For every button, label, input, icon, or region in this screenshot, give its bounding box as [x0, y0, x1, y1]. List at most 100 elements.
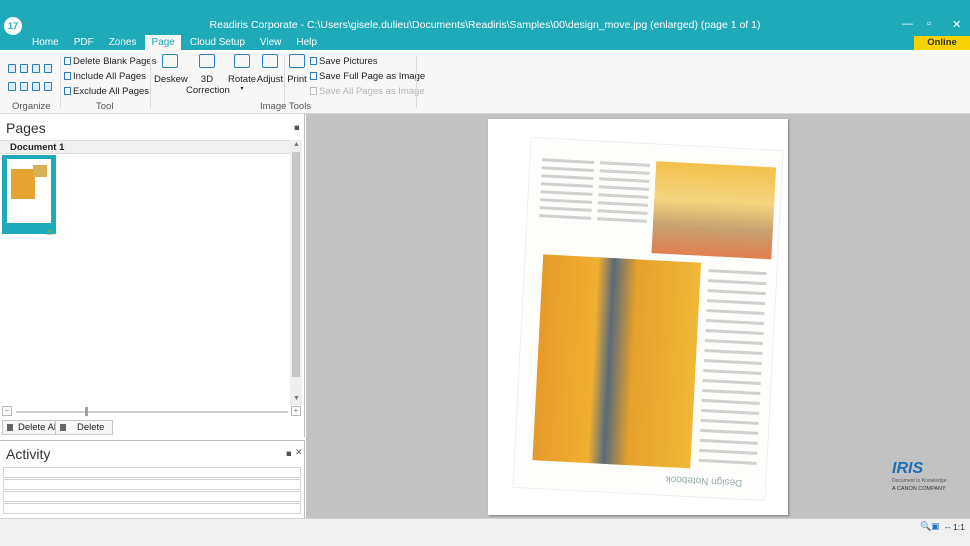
minimize-button[interactable]: —: [902, 18, 913, 30]
document-viewer[interactable]: Design Notebook IRIS Document to Knowled…: [306, 114, 970, 518]
zoom-knob[interactable]: [85, 407, 88, 416]
scanned-image[interactable]: Design Notebook: [513, 137, 783, 501]
page-canvas[interactable]: Design Notebook: [488, 119, 788, 515]
thumbnail-page: [7, 159, 51, 223]
scan-text: [702, 388, 761, 395]
scan-text: [705, 319, 764, 326]
ribbon-separator: [150, 56, 151, 108]
scan-text: [701, 398, 760, 405]
organize-icon-1[interactable]: [8, 64, 16, 73]
trash-icon: [7, 424, 13, 431]
zoom-in-icon[interactable]: +: [291, 406, 301, 416]
rotate-dropdown-icon[interactable]: ▾: [228, 85, 256, 92]
organize-icon-2[interactable]: [20, 64, 28, 73]
scan-text: [597, 209, 648, 215]
scan-text: [707, 289, 766, 296]
ribbon: Organize Delete Blank Pages Include All …: [0, 52, 970, 114]
3d-correction-button[interactable]: 3D Correction: [186, 54, 230, 96]
maximize-button[interactable]: ▫: [927, 18, 931, 30]
organize-icon-8[interactable]: [44, 82, 52, 91]
pages-panel-title: Pages: [6, 120, 46, 136]
group-label-tool: Tool: [96, 101, 114, 112]
warning-icon: ⚠: [46, 228, 54, 237]
tab-view[interactable]: View: [254, 35, 288, 52]
scan-text: [700, 418, 759, 425]
activity-panel-title: Activity: [6, 446, 51, 462]
trash-icon: [60, 424, 66, 431]
document-header[interactable]: Document 1: [0, 140, 290, 154]
rotate-button[interactable]: Rotate ▾: [228, 54, 256, 92]
activity-row: [3, 467, 301, 478]
activity-row: [3, 503, 301, 514]
save-pictures-button[interactable]: Save Pictures: [310, 56, 378, 67]
pin-icon[interactable]: ◾: [286, 449, 292, 458]
tab-cloud-setup[interactable]: Cloud Setup: [184, 35, 251, 52]
scan-text: [699, 448, 758, 455]
online-store-button[interactable]: Online Store: [914, 36, 970, 62]
activity-row: [3, 491, 301, 502]
scan-text: [704, 339, 763, 346]
scan-text: [540, 182, 593, 188]
organize-icon-5[interactable]: [8, 82, 16, 91]
tab-page[interactable]: Page: [145, 35, 181, 52]
organize-icon-6[interactable]: [20, 82, 28, 91]
zoom-magnifier-icon[interactable]: 🔍: [920, 521, 931, 532]
pin-icon[interactable]: ◾: [294, 123, 300, 132]
activity-panel: Activity ◾ ✕: [0, 440, 305, 518]
scan-text: [541, 166, 594, 172]
scan-text: [540, 190, 593, 196]
rotate-icon: [234, 54, 250, 68]
scan-text: [597, 217, 648, 223]
save-all-pages-button[interactable]: Save All Pages as Image: [310, 86, 425, 97]
save-full-page-icon: [310, 72, 317, 80]
iris-canon-text: A CANON COMPANY: [892, 486, 946, 492]
scrollbar-thumb[interactable]: [292, 152, 300, 377]
scan-text: [708, 269, 767, 276]
organize-icon-4[interactable]: [44, 64, 52, 73]
delete-button[interactable]: Delete: [55, 420, 114, 435]
3d-correction-icon: [199, 54, 215, 68]
fit-width-icon[interactable]: ↔: [943, 521, 952, 531]
scan-text: [703, 358, 762, 366]
iris-logo: IRIS Document to Knowledge A CANON COMPA…: [892, 460, 956, 492]
iris-tagline: Document to Knowledge: [892, 478, 947, 484]
page-thumbnail[interactable]: [2, 155, 56, 234]
zoom-track[interactable]: [16, 411, 288, 413]
deskew-button[interactable]: Deskew: [154, 54, 188, 85]
scan-text: [599, 177, 650, 183]
group-label-image-tools: Image Tools: [260, 101, 312, 112]
exclude-all-pages-button[interactable]: Exclude All Pages: [64, 86, 149, 97]
tab-help[interactable]: Help: [290, 35, 323, 52]
organize-icon-7[interactable]: [32, 82, 40, 91]
activity-row: [3, 479, 301, 490]
scan-text: [597, 201, 649, 207]
scan-text: [703, 368, 762, 376]
scan-photo: [651, 161, 777, 260]
close-panel-icon[interactable]: ✕: [295, 447, 303, 458]
thumbnail-zoom-slider[interactable]: − +: [2, 406, 302, 417]
scroll-up-icon[interactable]: ▲: [293, 141, 300, 148]
include-all-pages-button[interactable]: Include All Pages: [64, 71, 146, 82]
tab-zones[interactable]: Zones: [103, 35, 143, 52]
organize-icon-3[interactable]: [32, 64, 40, 73]
actual-size-button[interactable]: 1:1: [953, 522, 965, 532]
scan-text: [706, 299, 766, 306]
status-bar: 🔍 ▣ ↔ 1:1: [0, 518, 970, 546]
scan-text: [698, 458, 757, 465]
tab-home[interactable]: Home: [26, 35, 65, 52]
close-button[interactable]: ✕: [952, 18, 961, 31]
scan-text: [539, 206, 592, 212]
save-full-page-button[interactable]: Save Full Page as Image: [310, 71, 425, 82]
scroll-down-icon[interactable]: ▼: [293, 395, 300, 402]
print-button[interactable]: Print: [286, 54, 308, 85]
tab-pdf[interactable]: PDF: [68, 35, 100, 52]
delete-blank-pages-button[interactable]: Delete Blank Pages: [64, 56, 156, 67]
fit-page-icon[interactable]: ▣: [931, 521, 940, 532]
pages-scrollbar[interactable]: ▲ ▼: [290, 140, 302, 405]
include-pages-icon: [64, 72, 71, 80]
scan-text: [539, 214, 592, 220]
scan-text: [541, 174, 594, 180]
zoom-out-icon[interactable]: −: [2, 406, 12, 416]
exclude-pages-icon: [64, 87, 71, 95]
adjust-button[interactable]: Adjust: [256, 54, 284, 85]
